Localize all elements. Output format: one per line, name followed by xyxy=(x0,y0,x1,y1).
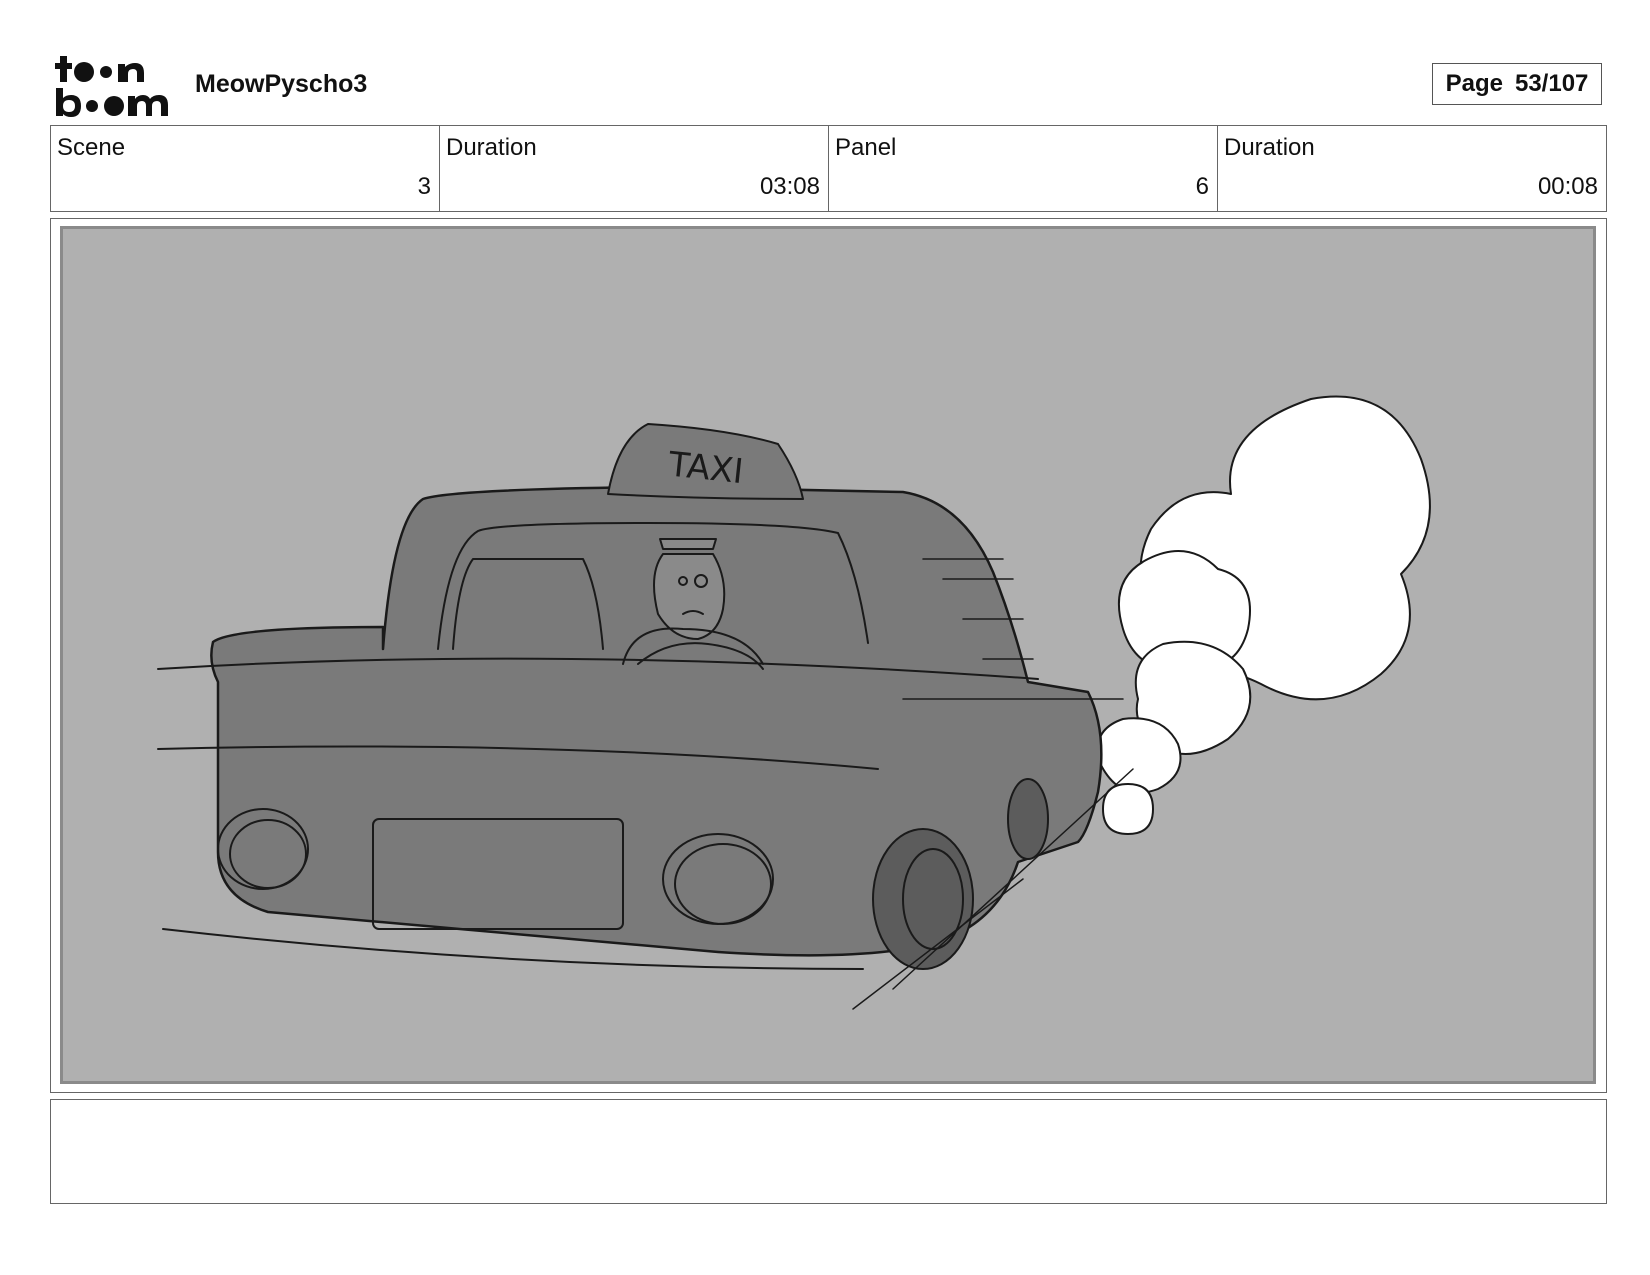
scene-duration-value: 03:08 xyxy=(759,173,820,200)
page-indicator: Page 53/107 xyxy=(1432,63,1602,105)
panel-notes-box[interactable] xyxy=(50,1099,1607,1204)
page-number: 53/107 xyxy=(1514,70,1589,97)
toonboom-logo xyxy=(55,56,168,117)
taxi-sign-text: TAXI xyxy=(666,444,745,492)
scene-label: Scene xyxy=(57,134,126,161)
exhaust-smoke xyxy=(1096,395,1431,835)
scene-cell: Scene 3 xyxy=(51,126,440,211)
panel-duration-label: Duration xyxy=(1224,134,1315,161)
panel-frame: TAXI xyxy=(50,218,1607,1093)
scene-value: 3 xyxy=(417,173,431,200)
project-title: MeowPyscho3 xyxy=(195,70,368,98)
taxi-sketch-drawing: TAXI xyxy=(157,395,1431,1010)
taxi-wheel-rear xyxy=(1007,778,1049,860)
panel-label: Panel xyxy=(835,134,897,161)
panel-cell: Panel 6 xyxy=(829,126,1218,211)
scene-info-row: Scene 3 Duration 03:08 Panel 6 Duration … xyxy=(50,125,1607,212)
page-label: Page xyxy=(1445,70,1503,97)
panel-value: 6 xyxy=(1195,173,1209,200)
panel-duration-cell: Duration 00:08 xyxy=(1218,126,1606,211)
panel-duration-value: 00:08 xyxy=(1537,173,1598,200)
scene-duration-cell: Duration 03:08 xyxy=(440,126,829,211)
scene-duration-label: Duration xyxy=(446,134,537,161)
panel-image: TAXI xyxy=(60,226,1596,1084)
taxi-wheel-front xyxy=(872,828,974,970)
